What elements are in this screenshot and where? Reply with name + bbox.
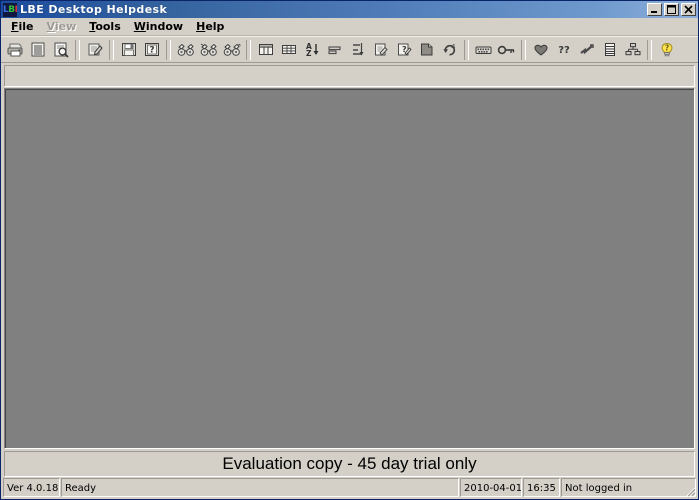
toolbar-separator <box>109 39 114 60</box>
keyboard-button[interactable] <box>472 39 495 61</box>
table-view-button[interactable] <box>277 39 300 61</box>
menu-window[interactable]: Window <box>128 19 190 35</box>
toolbar-separator <box>166 39 171 60</box>
maximize-button[interactable] <box>664 3 679 16</box>
find-button[interactable] <box>174 39 197 61</box>
mdi-client-area[interactable] <box>4 88 695 449</box>
toolbar-panel-strip <box>4 65 695 87</box>
print-preview-button[interactable] <box>49 39 72 61</box>
title-bar[interactable]: LBE LBE Desktop Helpdesk <box>1 1 698 18</box>
svg-text:?: ? <box>149 46 154 56</box>
toolbar-separator <box>246 39 251 60</box>
toolbar-separator <box>647 39 652 60</box>
duplicate-button[interactable] <box>415 39 438 61</box>
status-login: Not logged in <box>561 478 696 497</box>
toolbar-separator <box>75 39 80 60</box>
save-query-button[interactable]: ? <box>140 39 163 61</box>
tip-of-the-day-button[interactable]: ? <box>655 39 678 61</box>
hierarchy-button[interactable] <box>621 39 644 61</box>
close-button[interactable] <box>681 3 696 16</box>
save-button[interactable] <box>117 39 140 61</box>
menu-file[interactable]: File <box>5 19 41 35</box>
window-controls <box>647 3 696 16</box>
list-button[interactable] <box>598 39 621 61</box>
svg-text:4: 4 <box>451 43 456 51</box>
status-state: Ready <box>61 478 459 497</box>
chart-button[interactable] <box>575 39 598 61</box>
status-version: Ver 4.0.186 <box>3 478 60 497</box>
edit-record-button[interactable] <box>369 39 392 61</box>
menu-bar: File View Tools Window Help <box>1 18 698 36</box>
status-bar: Ver 4.0.186 Ready 2010-04-01 16:35 Not l… <box>3 478 696 497</box>
menu-tools[interactable]: Tools <box>83 19 127 35</box>
evaluation-message: Evaluation copy - 45 day trial only <box>222 454 477 473</box>
window-title: LBE Desktop Helpdesk <box>20 2 168 16</box>
print-button[interactable] <box>3 39 26 61</box>
refresh-button[interactable]: 4 <box>438 39 461 61</box>
filter-button[interactable] <box>323 39 346 61</box>
application-window: LBE LBE Desktop Helpdesk File View Tools… <box>0 0 699 500</box>
whats-this-button[interactable]: ?? <box>552 39 575 61</box>
find-next-button[interactable] <box>197 39 220 61</box>
status-time: 16:35 <box>523 478 560 497</box>
columns-button[interactable] <box>254 39 277 61</box>
svg-text:Z: Z <box>306 49 312 58</box>
permissions-key-button[interactable] <box>495 39 518 61</box>
sort-az-button[interactable]: A Z <box>300 39 323 61</box>
favourites-button[interactable] <box>529 39 552 61</box>
toolbar-separator <box>464 39 469 60</box>
report-button[interactable] <box>26 39 49 61</box>
toolbar-separator <box>521 39 526 60</box>
status-date: 2010-04-01 <box>460 478 522 497</box>
toolbar: ? A Z ? 4 ?? ? <box>1 36 698 63</box>
advanced-filter-button[interactable] <box>346 39 369 61</box>
minimize-button[interactable] <box>647 3 662 16</box>
record-help-button[interactable]: ? <box>392 39 415 61</box>
find-all-button[interactable] <box>220 39 243 61</box>
evaluation-banner: Evaluation copy - 45 day trial only <box>4 451 695 477</box>
svg-text:??: ?? <box>558 45 570 56</box>
app-icon-letter-e: E <box>15 5 17 15</box>
menu-view: View <box>46 19 77 33</box>
app-icon[interactable]: LBE <box>3 2 17 17</box>
edit-note-button[interactable] <box>83 39 106 61</box>
svg-text:?: ? <box>664 44 668 53</box>
mdi-workspace[interactable] <box>5 89 694 448</box>
menu-help[interactable]: Help <box>190 19 231 35</box>
